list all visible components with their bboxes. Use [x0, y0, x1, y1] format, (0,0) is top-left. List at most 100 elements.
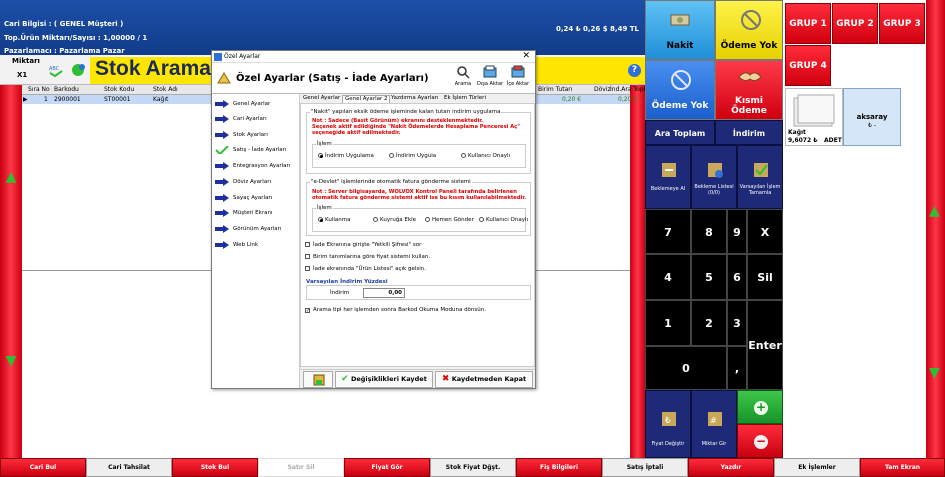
fiyat-gor-button[interactable]: Fiyat Gör [344, 458, 430, 477]
scroll-down-icon[interactable]: ▼ [929, 365, 940, 381]
check-yetkili-sifresi[interactable]: İade Ekranına girişte "Yetkili Şifresi" … [305, 242, 421, 248]
cari-tahsilat-button[interactable]: Cari Tahsilat [86, 458, 172, 477]
mid-scroll-bar[interactable] [630, 85, 645, 458]
yazdir-button[interactable]: Yazdır [688, 458, 774, 477]
disa-aktar-tool[interactable]: Dışa Aktar [477, 65, 503, 87]
nav-musteri-ekrani[interactable]: Müşteri Ekranı [215, 208, 299, 220]
abc-search-mode-icon[interactable]: ABC [46, 60, 66, 80]
key-0[interactable]: 0 [645, 346, 727, 390]
decrease-button[interactable]: − [737, 424, 783, 458]
key-enter[interactable]: Enter [747, 300, 783, 390]
tab-yazdirma-ayarlari[interactable]: Yazdırma Ayarları [389, 95, 440, 103]
radio-kuyruga-ekle[interactable]: Kuyruğa Ekle [373, 217, 416, 223]
key-4[interactable]: 4 [645, 254, 691, 300]
save-template-button[interactable] [303, 371, 333, 388]
satir-sil-button[interactable]: Satır Sil [258, 458, 344, 477]
indirim-button[interactable]: İndirim [715, 120, 783, 145]
col-header[interactable]: Döviz [594, 86, 611, 93]
nav-doviz-ayarlari[interactable]: Döviz Ayarları [215, 177, 299, 189]
radio-indirim-uygula[interactable]: İndirim Uygula [389, 153, 436, 159]
tam-ekran-button[interactable]: Tam Ekran [860, 458, 945, 477]
check-barkod-modu[interactable]: ✓ Arama tipi her işlemden sonra Barkod Ok… [305, 307, 486, 314]
nav-label: Müşteri Ekranı [233, 210, 273, 216]
varsayilan-islem-button[interactable]: Varsayılan İşlem Tamamla [737, 145, 783, 209]
check-urun-listesi[interactable]: İade ekranında "Ürün Listesi" açık gelsi… [305, 266, 426, 272]
odeme-yok-top-button[interactable]: Ödeme Yok [715, 0, 783, 60]
key-5[interactable]: 5 [691, 254, 727, 300]
product-tile-kagit[interactable]: Kağıt 9,6072 ₺ ADET [785, 88, 843, 146]
quantity-value[interactable]: X1 [17, 71, 27, 79]
close-without-save-button[interactable]: ✖ Kaydetmeden Kapat [435, 371, 533, 388]
grup-4-button[interactable]: GRUP 4 [785, 45, 831, 86]
key-1[interactable]: 1 [645, 300, 691, 346]
nav-satis-iade-ayarlari[interactable]: Satış - İade Ayarları [215, 145, 299, 157]
right-scroll-bar[interactable]: ▲ ▼ [926, 0, 945, 458]
left-scroll-bar[interactable]: ▲ ▼ [0, 85, 22, 458]
grup-2-button[interactable]: GRUP 2 [832, 3, 878, 44]
bekleme-listesi-button[interactable]: Bekleme Listesi (0/0) [691, 145, 737, 209]
arama-tool[interactable]: Arama [450, 65, 476, 87]
grup-1-button[interactable]: GRUP 1 [785, 3, 831, 44]
cari-bul-button[interactable]: Cari Bul [0, 458, 86, 477]
save-button[interactable]: ✔ Değişiklikleri Kaydet [335, 371, 433, 388]
stok-bul-button[interactable]: Stok Bul [172, 458, 258, 477]
radio-kullanma[interactable]: Kullanma [318, 217, 350, 223]
bottom-toolbar: Cari Bul Cari Tahsilat Stok Bul Satır Si… [0, 458, 945, 477]
miktar-gir-button[interactable]: # Miktar Gir [691, 390, 737, 458]
fiyat-degistir-button[interactable]: ₺ Fiyat Değiştir [645, 390, 691, 458]
product-tile-aksaray[interactable]: aksaray ₺ - [843, 88, 901, 146]
radio-hemen-gonder[interactable]: Hemen Gönder [425, 217, 474, 223]
kismi-odeme-button[interactable]: Kısmi Ödeme [715, 60, 783, 120]
col-header[interactable]: Stok Adı [153, 86, 178, 93]
col-header[interactable]: Stok Kodu [104, 86, 134, 93]
help-icon[interactable]: ? [628, 64, 641, 77]
radio-kullanici-onayli-2[interactable]: Kullanıcı Onaylı [479, 217, 528, 223]
product-unit: ADET [824, 137, 842, 144]
header-bar: Cari Bilgisi : ( GENEL Müşteri ) Top.Ürü… [0, 0, 645, 55]
col-header[interactable]: Birim Tutarı [538, 86, 572, 93]
nav-genel-ayarlar[interactable]: Genel Ayarlar [215, 99, 299, 111]
key-3[interactable]: 3 [727, 300, 747, 346]
tab-genel-ayarlar[interactable]: Genel Ayarlar [301, 95, 342, 103]
key-sil[interactable]: Sil [747, 254, 783, 300]
save-label: Değişiklikleri Kaydet [350, 375, 427, 383]
key-8[interactable]: 8 [691, 209, 727, 254]
scroll-down-icon[interactable]: ▼ [3, 354, 19, 368]
radio-kullanici-onayli[interactable]: Kullanıcı Onaylı [461, 153, 510, 159]
tab-genel-ayarlar-2[interactable]: Genel Ayarlar 2 [342, 95, 391, 103]
scroll-up-icon[interactable]: ▲ [3, 170, 19, 184]
nav-cari-ayarlari[interactable]: Cari Ayarları [215, 114, 299, 126]
barcode-mode-icon[interactable] [68, 60, 88, 80]
satis-iptali-button[interactable]: Satış İptali [602, 458, 688, 477]
key-x[interactable]: X [747, 209, 783, 254]
nav-gorunum-ayarlari[interactable]: Görünüm Ayarları [215, 224, 299, 236]
ice-aktar-tool[interactable]: İçe Aktar [505, 65, 531, 87]
nakit-button[interactable]: Nakit [645, 0, 715, 60]
fis-bilgileri-button[interactable]: Fiş Bilgileri [516, 458, 602, 477]
key-comma[interactable]: , [727, 346, 747, 390]
key-9[interactable]: 9 [727, 209, 747, 254]
ara-toplam-button[interactable]: Ara Toplam [645, 120, 715, 145]
nav-sayac-ayarlari[interactable]: Sayaç Ayarları [215, 193, 299, 205]
key-6[interactable]: 6 [727, 254, 747, 300]
grup-3-button[interactable]: GRUP 3 [879, 3, 925, 44]
col-header[interactable]: Barkodu [54, 86, 79, 93]
ek-islemler-button[interactable]: Ek İşlemler [774, 458, 860, 477]
tab-ek-islem-turleri[interactable]: Ek İşlem Türleri [442, 95, 488, 103]
scroll-up-icon[interactable]: ▲ [929, 203, 940, 219]
bekleme-al-button[interactable]: Beklemeye Al [645, 145, 691, 209]
increase-button[interactable]: + [737, 390, 783, 424]
odeme-yok-bottom-button[interactable]: Ödeme Yok [645, 60, 715, 120]
nav-stok-ayarlari[interactable]: Stok Ayarları [215, 130, 299, 142]
check-birim-fiyat[interactable]: Birim tanımlarına göre fiyat sistemi kul… [305, 254, 430, 260]
key-2[interactable]: 2 [691, 300, 727, 346]
indirim-input[interactable]: 0,00 [363, 288, 405, 298]
nav-web-link[interactable]: Web Link [215, 240, 299, 252]
row-subtotal: 0,20 € [618, 96, 638, 103]
nav-entegrasyon-ayarlari[interactable]: Entegrasyon Ayarları [215, 161, 299, 173]
radio-indirim-uygulama[interactable]: İndirim Uygulama [318, 153, 374, 159]
close-icon[interactable]: ✕ [522, 51, 530, 61]
stok-fiyat-degistir-button[interactable]: Stok Fiyat Dğşt. [430, 458, 516, 477]
key-7[interactable]: 7 [645, 209, 691, 254]
col-header[interactable]: Sıra No [28, 86, 50, 93]
